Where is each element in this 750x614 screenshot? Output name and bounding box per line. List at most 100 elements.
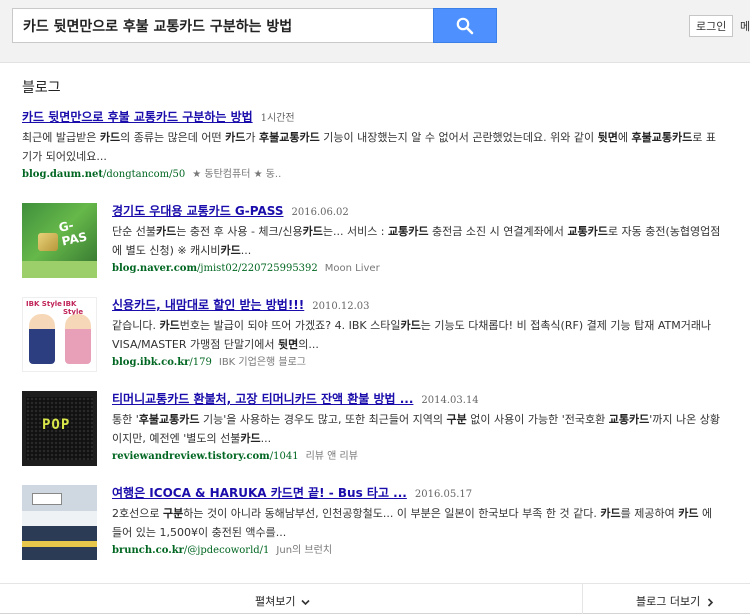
result-source: blog.naver.com/jmist02/220725995392 Moon … [112, 261, 722, 277]
thumb-label: POP [42, 417, 71, 433]
result-thumbnail[interactable] [22, 485, 97, 560]
snippet-highlight: 카드 [240, 432, 261, 445]
snippet-text: 최근에 발급받은 [22, 131, 100, 144]
snippet-highlight: 뒷면 [277, 338, 299, 351]
more-blog-link[interactable]: 블로그 더보기 [636, 593, 715, 609]
result-url[interactable]: blog.ibk.co.kr/179 [112, 357, 212, 368]
expand-link[interactable]: 펼쳐보기 [255, 593, 310, 609]
result-title-line: 티머니교통카드 환불처, 고장 티머니카드 잔액 환불 방법 ... 2014.0… [112, 391, 722, 409]
result-source: brunch.co.kr/@jpdecoworld/1 Jun의 브런치 [112, 543, 722, 559]
result-source: blog.ibk.co.kr/179 IBK 기업은행 블로그 [112, 355, 722, 371]
thumb-label: G-PAS [57, 218, 89, 249]
snippet-highlight: 교통카드 [388, 225, 429, 238]
result-snippet: 단순 선불카드는 충전 후 사용 - 체크/신용카드는... 서비스 : 교통카… [112, 222, 722, 260]
search-button[interactable] [433, 8, 497, 43]
result-item: 여행은 ICOCA & HARUKA 카드면 끝! - Bus 타고 ... 20… [22, 485, 722, 560]
result-title-line: 카드 뒷면만으로 후불 교통카드 구분하는 방법 1시간전 [22, 109, 722, 127]
result-thumbnail[interactable]: POP [22, 391, 97, 466]
result-title-link[interactable]: 경기도 우대용 교통카드 G-PASS [112, 204, 284, 218]
result-date: 2016.05.17 [414, 489, 473, 500]
blog-results-card: 블로그 카드 뒷면만으로 후불 교통카드 구분하는 방법 1시간전 최근에 발급받… [0, 62, 750, 614]
card-footer: 펼쳐보기 블로그 더보기 [0, 583, 750, 614]
result-item: 카드 뒷면만으로 후불 교통카드 구분하는 방법 1시간전 최근에 발급받은 카드… [22, 109, 722, 184]
chevron-down-icon [301, 599, 310, 605]
result-url[interactable]: reviewandreview.tistory.com/1041 [112, 451, 299, 462]
snippet-text: 의... [298, 338, 319, 351]
result-date: 2014.03.14 [421, 395, 479, 406]
snippet-text: 통한 ' [112, 413, 139, 426]
snippet-highlight: 카드 [225, 131, 246, 144]
result-source-name: Jun의 브런치 [276, 545, 333, 556]
snippet-highlight: 구분 [162, 507, 184, 520]
search-icon [456, 17, 474, 34]
login-button[interactable]: 로그인 [689, 15, 734, 37]
result-item: IBK Style IBK Style 신용카드, 내맘대로 할인 받는 방법!… [22, 297, 722, 372]
result-date: 2016.06.02 [291, 207, 349, 218]
result-date: 2010.12.03 [312, 301, 370, 312]
chevron-right-icon [707, 597, 713, 607]
snippet-highlight: 카드 [220, 244, 241, 257]
card-edge-graphic [22, 261, 97, 278]
result-source: blog.daum.net/dongtancom/50 ★ 동탄컴퓨터 ★ 동.. [22, 167, 722, 183]
snippet-text: 가 [245, 131, 260, 144]
result-source: reviewandreview.tistory.com/1041 리뷰 앤 리뷰 [112, 449, 722, 465]
result-title-link[interactable]: 여행은 ICOCA & HARUKA 카드면 끝! - Bus 타고 ... [112, 486, 407, 500]
result-thumbnail[interactable]: IBK Style IBK Style [22, 297, 97, 372]
snippet-highlight: 카드 [400, 319, 421, 332]
snippet-text: 없이 사용이 가능한 '전국호환 [466, 413, 609, 426]
snippet-text: 2호선으로 [112, 507, 163, 520]
result-snippet: 같습니다. 카드번호는 발급이 되야 뜨어 가겠죠? 4. IBK 스타일카드는… [112, 316, 722, 354]
snippet-text: 를 제공하여 [620, 507, 679, 520]
result-item: G-PAS 경기도 우대용 교통카드 G-PASS 2016.06.02 단순 선… [22, 203, 722, 278]
result-title-line: 경기도 우대용 교통카드 G-PASS 2016.06.02 [112, 203, 722, 221]
result-url[interactable]: blog.naver.com/jmist02/220725995392 [112, 263, 318, 274]
snippet-text: ... [260, 432, 272, 445]
result-date: 1시간전 [260, 113, 295, 124]
search-box[interactable] [12, 8, 434, 43]
result-title-line: 신용카드, 내맘대로 할인 받는 방법!!! 2010.12.03 [112, 297, 722, 315]
result-title-link[interactable]: 신용카드, 내맘대로 할인 받는 방법!!! [112, 298, 304, 312]
top-bar: 로그인 메 [0, 0, 750, 52]
snippet-highlight: 구분 [446, 413, 467, 426]
thumb-label: IBK Style [26, 300, 62, 308]
card-chip-graphic [38, 233, 58, 251]
result-title-link[interactable]: 카드 뒷면만으로 후불 교통카드 구분하는 방법 [22, 110, 253, 124]
section-title: 블로그 [22, 80, 61, 96]
snippet-text: 는... 서비스 : [322, 225, 389, 238]
result-title-link[interactable]: 티머니교통카드 환불처, 고장 티머니카드 잔액 환불 방법 ... [112, 392, 413, 406]
search-input[interactable] [13, 9, 434, 42]
snippet-text: 같습니다. [112, 319, 160, 332]
result-item: POP 티머니교통카드 환불처, 고장 티머니카드 잔액 환불 방법 ... 20… [22, 391, 722, 466]
more-menu[interactable]: 메 [740, 18, 750, 34]
snippet-highlight: 교통카드 [608, 413, 650, 426]
snippet-highlight: 카드 [302, 225, 323, 238]
snippet-highlight: 카드 [600, 507, 621, 520]
snippet-text: 에 [617, 131, 632, 144]
snippet-text: 충전금 소진 시 연결계좌에서 [428, 225, 568, 238]
snippet-highlight: 카드 [159, 319, 180, 332]
result-title-line: 여행은 ICOCA & HARUKA 카드면 끝! - Bus 타고 ... 20… [112, 485, 722, 503]
result-source-name: Moon Liver [324, 263, 380, 274]
snippet-text: 기능'을 사용하는 경우도 많고, 또한 최근들어 지역의 [199, 413, 447, 426]
snippet-text: 는 충전 후 사용 - 체크/신용 [176, 225, 303, 238]
result-url[interactable]: blog.daum.net/dongtancom/50 [22, 169, 185, 180]
result-source-name: ★ 동탄컴퓨터 ★ 동.. [192, 169, 282, 180]
snippet-highlight: 카드 [99, 131, 121, 144]
result-thumbnail[interactable]: G-PAS [22, 203, 97, 278]
station-sign-graphic [32, 493, 62, 505]
character-graphic [65, 314, 91, 364]
result-source-name: IBK 기업은행 블로그 [218, 357, 306, 368]
snippet-text: 번호는 발급이 되야 뜨어 가겠죠? 4. IBK 스타일 [179, 319, 401, 332]
snippet-highlight: 뒷면 [597, 131, 618, 144]
result-url[interactable]: brunch.co.kr/@jpdecoworld/1 [112, 545, 269, 556]
snippet-text: 단순 선불 [112, 225, 156, 238]
snippet-text: 기능이 내장했는지 알 수 없어서 곤란했었는데요. 위와 같이 [319, 131, 598, 144]
snippet-text: 의 종류는 많은데 어떤 [120, 131, 226, 144]
snippet-text: 하는 것이 아니라 동해남부선, 인천공항철도... 이 부분은 일본이 한국보… [183, 507, 601, 520]
footer-divider [582, 584, 583, 614]
character-graphic [29, 314, 55, 364]
snippet-highlight: 후불교통카드 [138, 413, 200, 426]
snippet-highlight: 교통카드 [567, 225, 608, 238]
snippet-text: ... [240, 244, 252, 257]
result-snippet: 최근에 발급받은 카드의 종류는 많은데 어떤 카드가 후불교통카드 기능이 내… [22, 128, 722, 166]
